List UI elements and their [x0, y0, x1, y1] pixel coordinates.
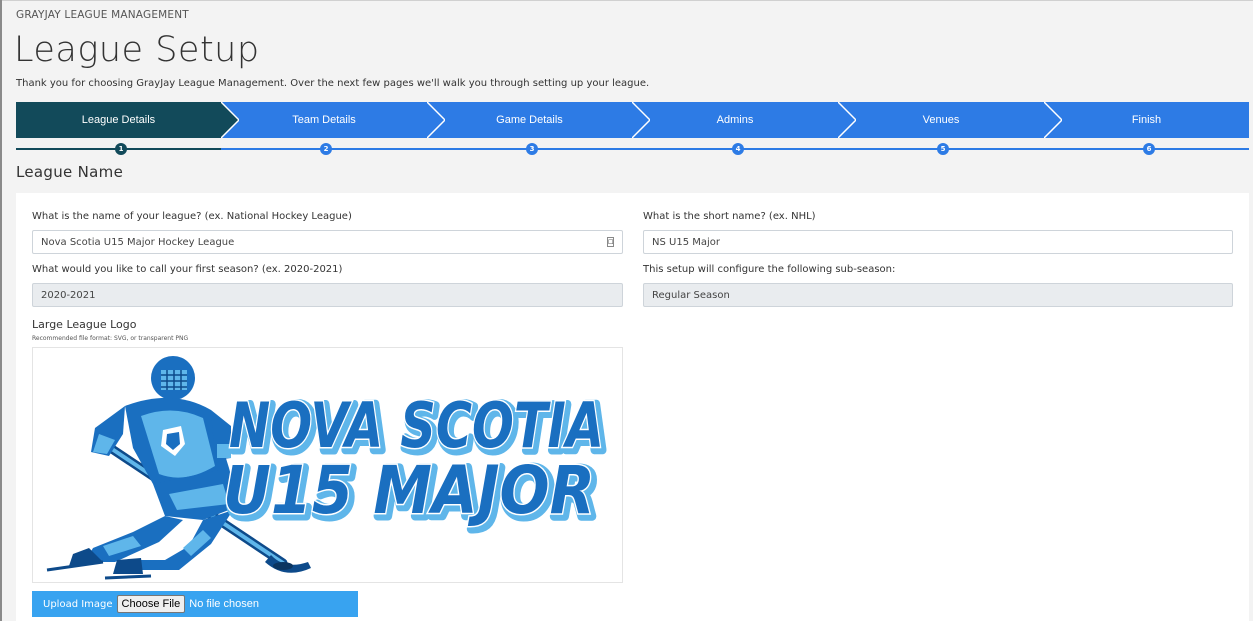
short-name-value: NS U15 Major — [652, 236, 720, 248]
logo-wordmark-line2: U15 MAJOR — [223, 452, 595, 529]
wizard-step-label: Venues — [922, 114, 960, 126]
step-marker-5[interactable]: 5 — [937, 143, 949, 155]
upload-image-label: Upload Image — [43, 598, 113, 610]
file-status: No file chosen — [189, 598, 259, 610]
chevron-right-icon — [221, 102, 239, 138]
chevron-right-icon — [632, 102, 650, 138]
choose-file-button[interactable]: Choose File — [116, 595, 186, 613]
page-title: League Setup — [14, 30, 260, 70]
wizard-step-team-details[interactable]: Team Details — [221, 102, 445, 138]
wizard-step-label: Admins — [716, 114, 754, 126]
wizard-step-game-details[interactable]: Game Details — [427, 102, 650, 138]
step-marker-2[interactable]: 2 — [320, 143, 332, 155]
logo-hint: Recommended file format: SVG, or transpa… — [32, 335, 189, 342]
intro-text: Thank you for choosing GrayJay League Ma… — [16, 78, 650, 89]
section-title: League Name — [16, 163, 124, 181]
autofill-icon[interactable]: ▫ — [607, 237, 614, 247]
wizard-step-league-details[interactable]: League Details — [16, 102, 239, 138]
step-marker-6[interactable]: 6 — [1143, 143, 1155, 155]
subseason-label: This setup will configure the following … — [643, 264, 896, 275]
short-name-label: What is the short name? (ex. NHL) — [643, 211, 816, 222]
league-logo-preview: NOVA SCOTIA NOVA SCOTIA U15 MAJOR U15 MA… — [32, 347, 623, 583]
subseason-input: Regular Season — [643, 283, 1233, 307]
league-logo-image: NOVA SCOTIA NOVA SCOTIA U15 MAJOR U15 MA… — [46, 356, 612, 580]
wizard-step-label: Finish — [1131, 114, 1162, 126]
season-input: 2020-2021 — [32, 283, 623, 307]
step-marker-3[interactable]: 3 — [526, 143, 538, 155]
window-top-border — [0, 0, 1253, 1]
chevron-right-icon — [1044, 102, 1062, 138]
logo-label: Large League Logo — [32, 318, 137, 331]
step-marker-1[interactable]: 1 — [115, 143, 127, 155]
wizard-step-admins[interactable]: Admins — [632, 102, 856, 138]
league-name-label: What is the name of your league? (ex. Na… — [32, 211, 352, 222]
league-name-input[interactable]: Nova Scotia U15 Major Hockey League ▫ — [32, 230, 623, 254]
step-marker-4[interactable]: 4 — [732, 143, 744, 155]
setup-wizard: League Details Team Details Game Details… — [16, 102, 1249, 138]
app-brand: GRAYJAY LEAGUE MANAGEMENT — [16, 9, 189, 21]
short-name-input[interactable]: NS U15 Major — [643, 230, 1233, 254]
wizard-step-label: Game Details — [496, 114, 563, 126]
chevron-right-icon — [838, 102, 856, 138]
season-label: What would you like to call your first s… — [32, 264, 343, 275]
league-name-value: Nova Scotia U15 Major Hockey League — [41, 236, 235, 248]
wizard-step-label: Team Details — [292, 114, 356, 126]
wizard-progress: 1 2 3 4 5 6 — [16, 143, 1249, 155]
upload-image-control[interactable]: Upload Image Choose File No file chosen — [32, 591, 358, 617]
chevron-right-icon — [427, 102, 445, 138]
subseason-value: Regular Season — [652, 289, 730, 301]
window-left-border — [0, 0, 2, 621]
season-value: 2020-2021 — [41, 289, 96, 301]
wizard-step-venues[interactable]: Venues — [838, 102, 1062, 138]
wizard-step-label: League Details — [81, 114, 156, 126]
wizard-step-finish[interactable]: Finish — [1044, 102, 1249, 138]
